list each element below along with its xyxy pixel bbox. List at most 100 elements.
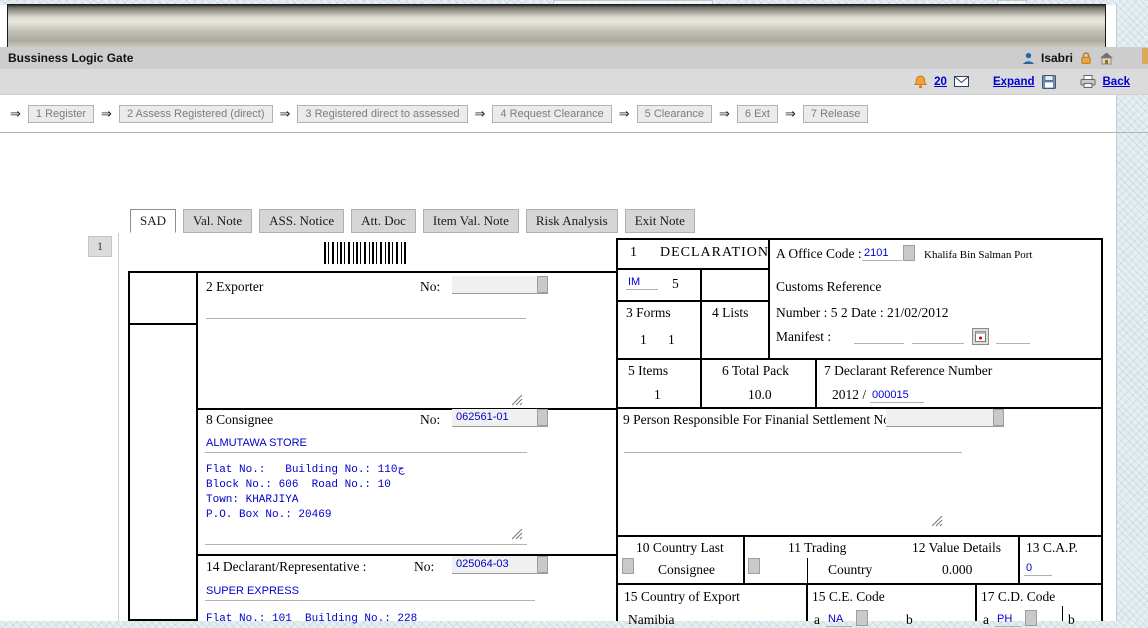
box9-line-input[interactable]: [624, 439, 962, 453]
workflow-step-ext[interactable]: 6 Ext: [737, 105, 778, 123]
consignee-lookup-button[interactable]: [537, 409, 548, 426]
manifest-input-2[interactable]: [912, 330, 964, 344]
manifest-input-1[interactable]: [854, 330, 904, 344]
declarant-lookup-button[interactable]: [537, 556, 548, 573]
box17-label: 17 C.D. Code: [981, 589, 1055, 605]
box9-resize-grip[interactable]: [932, 514, 944, 525]
tab-val-note[interactable]: Val. Note: [183, 209, 252, 233]
workflow-bar: ⇒ 1 Register ⇒ 2 Assess Registered (dire…: [10, 105, 868, 123]
box17-lookup-button[interactable]: [1025, 610, 1037, 626]
lock-icon[interactable]: [1079, 51, 1093, 65]
workflow-step-request-clearance[interactable]: 4 Request Clearance: [492, 105, 611, 123]
box16-lookup-button[interactable]: [856, 610, 868, 626]
notifications-count-link[interactable]: 20: [934, 76, 947, 88]
bell-icon[interactable]: [914, 75, 927, 89]
office-code-lookup-button[interactable]: [903, 245, 915, 261]
actions-cluster: 20 Expand Back: [914, 69, 1130, 94]
header-banner: [7, 4, 1106, 48]
consignee-no-value: 062561-01: [456, 411, 509, 423]
box1-title: DECLARATION: [660, 245, 769, 261]
tab-ass-notice[interactable]: ASS. Notice: [259, 209, 344, 233]
row-index-marker[interactable]: 1: [88, 236, 112, 257]
tab-att-doc[interactable]: Att. Doc: [351, 209, 416, 233]
exporter-resize-grip[interactable]: [512, 393, 524, 404]
box11-sub-label: Country: [828, 562, 872, 578]
box7-year: 2012 /: [832, 387, 866, 403]
home-icon[interactable]: [1099, 51, 1114, 65]
exporter-no-input[interactable]: [452, 276, 548, 294]
declaration-type-input[interactable]: IM: [626, 276, 658, 290]
tab-exit-note[interactable]: Exit Note: [625, 209, 695, 233]
box15-value: Namibia: [628, 612, 675, 628]
user-name[interactable]: Isabri: [1041, 51, 1073, 65]
box16-label: 15 C.E. Code: [812, 589, 885, 605]
workflow-step-register[interactable]: 1 Register: [28, 105, 94, 123]
form-line: [616, 535, 1103, 537]
actions-bar: 20 Expand Back: [0, 69, 1148, 95]
form-line: [198, 554, 618, 556]
box14-label: 14 Declarant/Representative :: [206, 559, 366, 575]
box9-lookup-button[interactable]: [993, 409, 1004, 426]
expand-link[interactable]: Expand: [993, 76, 1035, 88]
declarant-no-input[interactable]: 025064-03: [452, 556, 548, 574]
form-line: [616, 238, 618, 621]
content-left-guide: [118, 233, 119, 621]
box3-label: 3 Forms: [626, 305, 671, 321]
office-code-label: A Office Code :: [776, 246, 862, 262]
back-link[interactable]: Back: [1103, 76, 1131, 88]
form-line: [815, 358, 817, 407]
box13-input[interactable]: 0: [1024, 562, 1052, 576]
left-column-box-bottom: [128, 323, 198, 621]
form-line: [806, 583, 808, 621]
box9-input[interactable]: [886, 409, 1004, 427]
declarant-name-input[interactable]: [205, 587, 535, 601]
customs-number-line: Number : 5 2 Date : 21/02/2012: [776, 305, 948, 321]
tab-item-val-note[interactable]: Item Val. Note: [423, 209, 519, 233]
workflow-arrow-icon: ⇒: [785, 107, 796, 122]
barcode: [324, 242, 408, 264]
box17-a-input[interactable]: PH: [995, 613, 1021, 627]
office-code-input[interactable]: 2101: [862, 247, 902, 261]
box15-label: 15 Country of Export: [624, 589, 740, 605]
form-line: [807, 558, 808, 583]
tab-sad[interactable]: SAD: [130, 209, 176, 233]
workflow-step-assess-registered[interactable]: 2 Assess Registered (direct): [119, 105, 273, 123]
tab-risk-analysis[interactable]: Risk Analysis: [526, 209, 618, 233]
box10-input-button[interactable]: [622, 558, 634, 574]
form-line: [616, 268, 770, 270]
exporter-no-label: No:: [420, 279, 440, 295]
left-column-box-top: [128, 271, 198, 325]
envelope-icon[interactable]: [954, 76, 969, 87]
user-cluster: Isabri: [1022, 47, 1114, 69]
box11-input-button[interactable]: [748, 558, 760, 574]
box17-b-label: b: [1068, 612, 1075, 628]
box8-label: 8 Consignee: [206, 412, 273, 428]
save-icon[interactable]: [1042, 75, 1056, 89]
declaration-code: 5: [672, 276, 679, 292]
consignee-name-input[interactable]: [205, 439, 527, 453]
box5-value: 1: [654, 387, 661, 403]
manifest-calendar-button[interactable]: [972, 328, 989, 345]
manifest-input-3[interactable]: [996, 330, 1030, 344]
consignee-extra-input[interactable]: [205, 531, 527, 545]
exporter-lookup-button[interactable]: [537, 276, 548, 293]
box5-label: 5 Items: [628, 363, 668, 379]
printer-icon[interactable]: [1080, 75, 1096, 88]
workflow-step-clearance[interactable]: 5 Clearance: [637, 105, 712, 123]
box2-label: 2 Exporter: [206, 279, 263, 295]
form-line: [616, 583, 1103, 585]
app-title: Bussiness Logic Gate: [8, 51, 133, 65]
box16-a-input[interactable]: NA: [826, 613, 852, 627]
box7-label: 7 Declarant Reference Number: [824, 363, 992, 379]
form-line: [198, 271, 618, 273]
declarant-address-textarea[interactable]: Flat No.: 101 Building No.: 228: [206, 612, 536, 627]
workflow-step-release[interactable]: 7 Release: [803, 105, 869, 123]
consignee-address-textarea[interactable]: Flat No.: Building No.: 110ج Block No.: …: [206, 463, 536, 523]
exporter-name-input[interactable]: [206, 305, 526, 319]
box13-label: 13 C.A.P.: [1026, 540, 1078, 556]
consignee-no-input[interactable]: 062561-01: [452, 409, 548, 427]
box17-a-label: a: [983, 612, 989, 628]
workflow-step-registered-to-assessed[interactable]: 3 Registered direct to assessed: [297, 105, 467, 123]
box9-label: 9 Person Responsible For Finanial Settle…: [623, 412, 897, 428]
declarant-reference-input[interactable]: 000015: [870, 389, 924, 403]
